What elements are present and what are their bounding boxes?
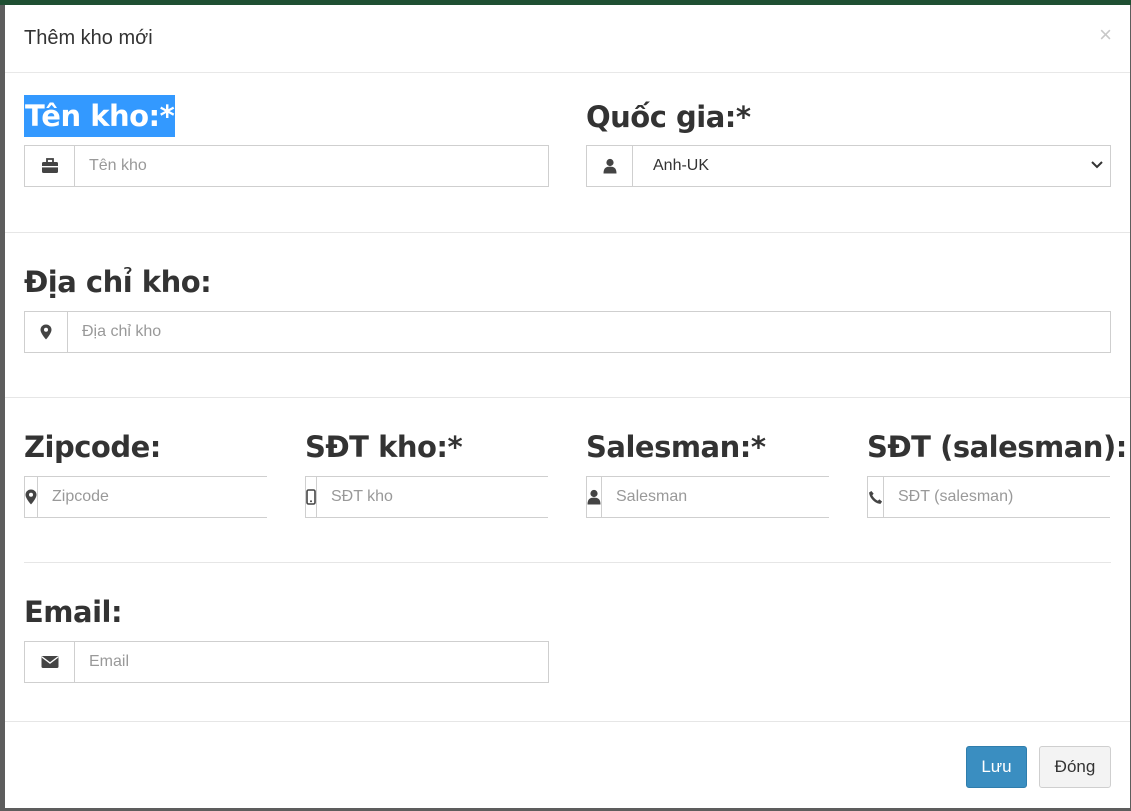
address-input[interactable] (68, 312, 1110, 352)
phone-icon (868, 477, 884, 517)
address-group (24, 311, 1111, 353)
footer-divider (5, 721, 1130, 722)
warehouse-phone-input[interactable] (317, 477, 552, 517)
section-divider (5, 397, 1130, 398)
email-group (24, 641, 549, 683)
close-icon[interactable]: × (1099, 22, 1112, 48)
salesman-phone-label: SĐT (salesman): (867, 430, 1127, 464)
country-group: Anh-UK (586, 145, 1111, 187)
country-selected-value: Anh-UK (653, 157, 710, 174)
close-button[interactable]: Đóng (1039, 746, 1111, 788)
chevron-down-icon (1090, 157, 1104, 175)
envelope-icon (25, 642, 75, 682)
country-select[interactable]: Anh-UK (633, 146, 1110, 186)
user-icon (587, 146, 633, 186)
country-label: Quốc gia:* (586, 100, 751, 134)
address-label: Địa chỉ kho: (24, 265, 212, 299)
zipcode-group (24, 476, 273, 518)
warehouse-name-label: Tên kho:* (24, 95, 176, 137)
warehouse-name-group (24, 145, 549, 187)
email-label: Email: (24, 595, 123, 629)
add-warehouse-modal: Thêm kho mới × Tên kho:* Quốc gia:* Anh-… (5, 5, 1130, 808)
salesman-group (586, 476, 837, 518)
email-input[interactable] (75, 642, 548, 682)
zipcode-label: Zipcode: (24, 430, 161, 464)
salesman-phone-input[interactable] (884, 477, 1119, 517)
user-icon (587, 477, 602, 517)
salesman-input[interactable] (602, 477, 837, 517)
mobile-icon (306, 477, 317, 517)
briefcase-icon (25, 146, 75, 186)
save-button[interactable]: Lưu (966, 746, 1027, 788)
zipcode-input[interactable] (38, 477, 273, 517)
map-marker-icon (25, 312, 68, 352)
warehouse-phone-group (305, 476, 552, 518)
section-divider (5, 232, 1130, 233)
warehouse-phone-label: SĐT kho:* (305, 430, 463, 464)
modal-title: Thêm kho mới (24, 27, 153, 49)
warehouse-name-input[interactable] (75, 146, 548, 186)
section-divider (24, 562, 1111, 563)
modal-header: Thêm kho mới × (5, 5, 1130, 73)
map-marker-icon (25, 477, 38, 517)
salesman-phone-group (867, 476, 1119, 518)
salesman-label: Salesman:* (586, 430, 766, 464)
